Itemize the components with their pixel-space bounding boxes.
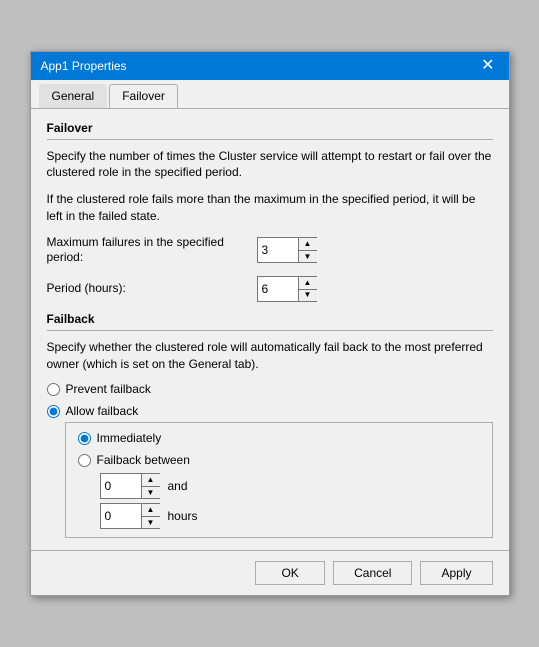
hours-label: hours bbox=[168, 509, 198, 523]
tab-failover[interactable]: Failover bbox=[109, 84, 178, 108]
failback-from-buttons: ▲ ▼ bbox=[141, 474, 160, 498]
period-up-button[interactable]: ▲ bbox=[299, 277, 317, 289]
ok-button[interactable]: OK bbox=[255, 561, 325, 585]
apply-button[interactable]: Apply bbox=[420, 561, 492, 585]
failback-to-buttons: ▲ ▼ bbox=[141, 504, 160, 528]
and-label: and bbox=[168, 479, 188, 493]
immediately-label[interactable]: Immediately bbox=[97, 431, 162, 445]
tab-bar: General Failover bbox=[31, 80, 509, 109]
max-failures-down-button[interactable]: ▼ bbox=[299, 250, 317, 262]
dialog-content: Failover Specify the number of times the… bbox=[31, 109, 509, 551]
failback-between-radio[interactable] bbox=[78, 454, 91, 467]
period-label: Period (hours): bbox=[47, 281, 257, 297]
period-input[interactable] bbox=[258, 280, 298, 298]
prevent-failback-radio[interactable] bbox=[47, 383, 60, 396]
failback-between-label[interactable]: Failback between bbox=[97, 453, 190, 467]
failback-section: Failback Specify whether the clustered r… bbox=[47, 312, 493, 539]
max-failures-spinner[interactable]: ▲ ▼ bbox=[257, 237, 317, 263]
immediately-row[interactable]: Immediately bbox=[78, 431, 480, 445]
tab-general[interactable]: General bbox=[39, 84, 108, 108]
max-failures-up-button[interactable]: ▲ bbox=[299, 238, 317, 250]
allow-failback-label[interactable]: Allow failback bbox=[66, 404, 139, 418]
failback-from-down-button[interactable]: ▼ bbox=[142, 486, 160, 498]
period-row: Period (hours): ▲ ▼ bbox=[47, 276, 493, 302]
failover-section-header: Failover bbox=[47, 121, 493, 135]
failback-to-input[interactable] bbox=[101, 507, 141, 525]
max-failures-row: Maximum failures in the specified period… bbox=[47, 235, 493, 266]
close-button[interactable]: ✕ bbox=[477, 58, 498, 74]
failback-section-header: Failback bbox=[47, 312, 493, 326]
immediately-radio[interactable] bbox=[78, 432, 91, 445]
failback-from-input[interactable] bbox=[101, 477, 141, 495]
failback-description: Specify whether the clustered role will … bbox=[47, 339, 493, 373]
period-spinner[interactable]: ▲ ▼ bbox=[257, 276, 317, 302]
failback-to-row: ▲ ▼ hours bbox=[100, 503, 480, 529]
allow-failback-radio[interactable] bbox=[47, 405, 60, 418]
cancel-button[interactable]: Cancel bbox=[333, 561, 412, 585]
max-failures-label: Maximum failures in the specified period… bbox=[47, 235, 257, 266]
failback-from-up-button[interactable]: ▲ bbox=[142, 474, 160, 486]
failback-to-down-button[interactable]: ▼ bbox=[142, 516, 160, 528]
prevent-failback-label[interactable]: Prevent failback bbox=[66, 382, 151, 396]
dialog-footer: OK Cancel Apply bbox=[31, 550, 509, 595]
failback-divider bbox=[47, 330, 493, 331]
app-properties-dialog: App1 Properties ✕ General Failover Failo… bbox=[30, 51, 510, 597]
dialog-title: App1 Properties bbox=[41, 59, 127, 73]
failover-description2: If the clustered role fails more than th… bbox=[47, 191, 493, 225]
failback-between-row[interactable]: Failback between bbox=[78, 453, 480, 467]
max-failures-spinner-buttons: ▲ ▼ bbox=[298, 238, 317, 262]
period-spinner-buttons: ▲ ▼ bbox=[298, 277, 317, 301]
failback-to-spinner[interactable]: ▲ ▼ bbox=[100, 503, 160, 529]
failover-divider bbox=[47, 139, 493, 140]
prevent-failback-row[interactable]: Prevent failback bbox=[47, 382, 493, 396]
allow-failback-box: Immediately Failback between ▲ ▼ a bbox=[65, 422, 493, 538]
title-bar: App1 Properties ✕ bbox=[31, 52, 509, 80]
failback-to-up-button[interactable]: ▲ bbox=[142, 504, 160, 516]
failback-from-spinner[interactable]: ▲ ▼ bbox=[100, 473, 160, 499]
allow-failback-row[interactable]: Allow failback bbox=[47, 404, 493, 418]
failback-between-inputs: ▲ ▼ and bbox=[100, 473, 480, 499]
max-failures-input[interactable] bbox=[258, 241, 298, 259]
period-down-button[interactable]: ▼ bbox=[299, 289, 317, 301]
failover-description1: Specify the number of times the Cluster … bbox=[47, 148, 493, 182]
